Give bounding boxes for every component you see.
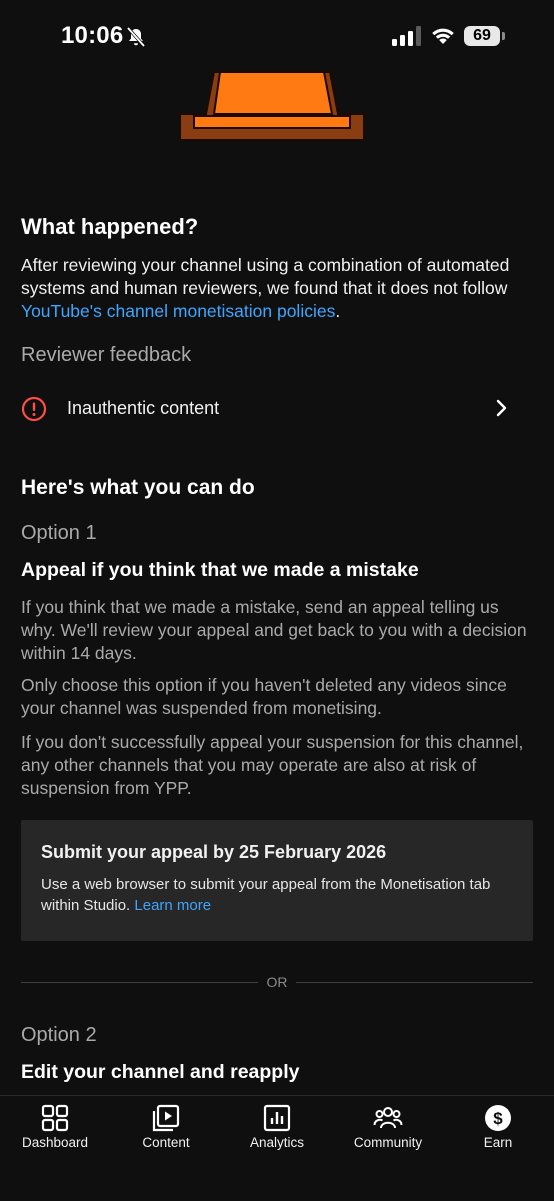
option-1-paragraph-2: Only choose this option if you haven't d… <box>21 675 507 718</box>
policy-link[interactable]: YouTube's channel monetisation policies <box>21 301 335 321</box>
nav-label-dashboard: Dashboard <box>21 1135 89 1150</box>
bottom-navigation: Dashboard Content Analytics Community $ … <box>0 1095 554 1201</box>
divider-left <box>21 982 258 983</box>
status-bar: 10:06 69 <box>0 0 554 76</box>
what-happened-text-end: . <box>335 301 341 321</box>
nav-item-community[interactable]: Community <box>333 1096 443 1166</box>
analytics-icon <box>263 1104 291 1132</box>
what-happened-body: After reviewing your channel using a com… <box>21 254 533 323</box>
option-1-paragraph-1: If you think that we made a mistake, sen… <box>21 597 527 663</box>
divider-right <box>296 982 533 983</box>
svg-text:$: $ <box>493 1109 503 1128</box>
appeal-instructions: Use a web browser to submit your appeal … <box>41 876 491 914</box>
appeal-deadline-notice: Submit your appeal by 25 February 2026 U… <box>21 820 533 941</box>
status-time: 10:06 <box>61 22 124 49</box>
nav-item-content[interactable]: Content <box>111 1096 221 1166</box>
cellular-signal-icon <box>392 26 421 46</box>
option-1-paragraph-3: If you don't successfully appeal your su… <box>21 732 524 798</box>
appeal-deadline-text: Use a web browser to submit your appeal … <box>41 874 521 916</box>
reviewer-feedback-heading: Reviewer feedback <box>21 344 192 366</box>
learn-more-link[interactable]: Learn more <box>134 897 211 914</box>
nav-label-content: Content <box>142 1135 190 1150</box>
earn-icon: $ <box>485 1105 511 1131</box>
suspension-illustration <box>179 71 365 141</box>
what-happened-text: After reviewing your channel using a com… <box>21 255 510 298</box>
nav-item-analytics[interactable]: Analytics <box>222 1096 332 1166</box>
bell-muted-icon <box>126 26 146 48</box>
option-2-title: Edit your channel and reapply <box>21 1061 300 1083</box>
battery-indicator: 69 <box>464 26 500 46</box>
nav-label-community: Community <box>353 1135 423 1150</box>
feedback-item-inauthentic-content[interactable]: Inauthentic content <box>0 388 554 430</box>
option-1-label: Option 1 <box>21 522 97 544</box>
nav-label-earn: Earn <box>483 1135 513 1150</box>
nav-label-analytics: Analytics <box>249 1135 305 1150</box>
what-you-can-do-heading: Here's what you can do <box>21 476 255 499</box>
battery-nub <box>502 32 505 40</box>
alert-circle-icon <box>21 396 47 422</box>
option-2-label: Option 2 <box>21 1024 97 1046</box>
nav-item-earn[interactable]: $ Earn <box>443 1096 553 1166</box>
community-icon <box>373 1107 403 1129</box>
feedback-item-label: Inauthentic content <box>67 398 220 418</box>
content-icon <box>152 1104 180 1132</box>
or-divider-label: OR <box>266 974 288 990</box>
dashboard-icon <box>41 1104 69 1132</box>
chevron-right-icon <box>496 399 507 417</box>
wifi-icon <box>432 28 454 44</box>
what-happened-heading: What happened? <box>21 214 199 239</box>
appeal-deadline-title: Submit your appeal by 25 February 2026 <box>41 842 387 862</box>
option-1-title: Appeal if you think that we made a mista… <box>21 559 419 581</box>
nav-item-dashboard[interactable]: Dashboard <box>0 1096 110 1166</box>
